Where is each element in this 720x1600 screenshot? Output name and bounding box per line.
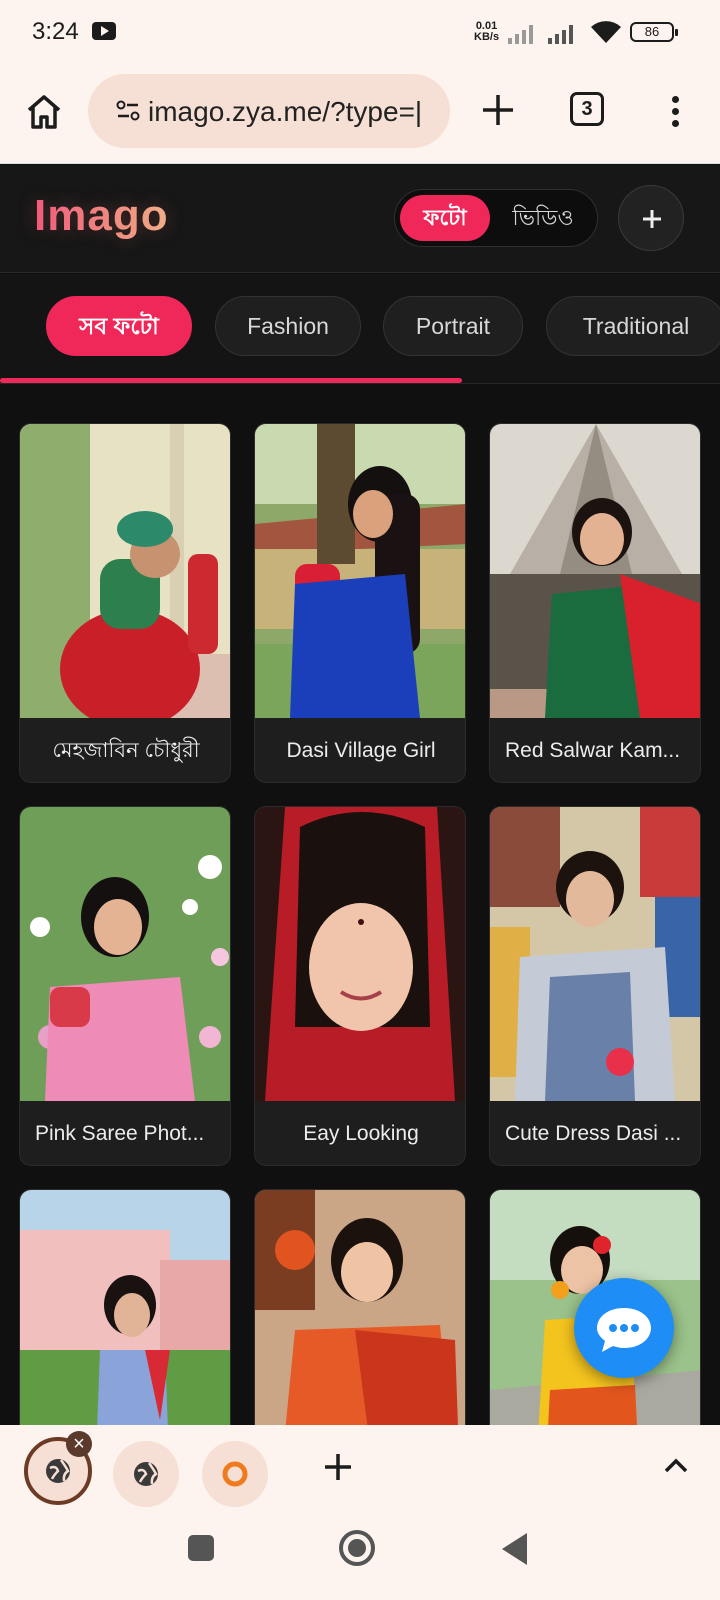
browser-tab-strip: × [0, 1425, 720, 1513]
photo-title: Eay Looking [303, 1122, 419, 1145]
photo-title: Pink Saree Phot... [35, 1122, 205, 1145]
photo-card[interactable]: Cute Dress Dasi ... [489, 806, 701, 1166]
more-icon[interactable] [668, 92, 682, 132]
photo-thumbnail [20, 1190, 230, 1425]
chevron-up-icon[interactable] [662, 1455, 690, 1475]
photo-thumbnail [20, 807, 230, 1101]
photo-thumbnail [255, 424, 465, 718]
chat-button[interactable] [574, 1278, 674, 1378]
site-favicon-icon [222, 1461, 248, 1487]
chip-portrait[interactable]: Portrait [383, 296, 523, 356]
toggle-photo[interactable]: ফটো [400, 195, 490, 241]
app-header: Imago ফটো ভিডিও [0, 165, 720, 273]
address-bar[interactable]: imago.zya.me/?type=| [88, 74, 450, 148]
signal-icon-2 [548, 25, 573, 44]
home-icon[interactable] [24, 92, 64, 132]
network-speed: 0.01 KB/s [474, 20, 500, 43]
photo-title: Dasi Village Girl [286, 739, 436, 762]
browser-toolbar: imago.zya.me/?type=| 3 [0, 66, 720, 164]
url-text[interactable]: imago.zya.me/?type=| [148, 96, 434, 128]
plus-icon[interactable] [318, 1447, 358, 1487]
photo-thumbnail [255, 1190, 465, 1425]
photo-title: মেহজাবিন চৌধুরী [52, 739, 200, 762]
photo-thumbnail [490, 424, 700, 718]
photo-card[interactable]: মেহজাবিন চৌধুরী [19, 423, 231, 783]
tab-group[interactable] [202, 1441, 268, 1507]
home-button[interactable] [339, 1530, 375, 1566]
photo-title: Red Salwar Kam... [505, 739, 681, 762]
status-bar: 3:24 0.01 KB/s 86 [0, 0, 720, 66]
photo-card[interactable]: Eay Looking [254, 806, 466, 1166]
upload-button[interactable] [618, 185, 684, 251]
battery-indicator: 86 [630, 22, 678, 42]
youtube-notification-icon [92, 22, 116, 40]
signal-icon [508, 25, 533, 44]
photo-title: Cute Dress Dasi ... [505, 1122, 682, 1145]
chip-fashion[interactable]: Fashion [215, 296, 361, 356]
system-navigation-bar [0, 1513, 720, 1600]
photo-card[interactable] [254, 1189, 466, 1425]
tab-group[interactable] [113, 1441, 179, 1507]
close-icon[interactable]: × [66, 1431, 92, 1457]
photo-thumbnail [255, 807, 465, 1101]
plus-icon [643, 210, 661, 228]
photo-card[interactable] [19, 1189, 231, 1425]
media-type-toggle: ফটো ভিডিও [394, 189, 598, 247]
photo-grid: মেহজাবিন চৌধুরী Dasi Village Girl Red Sa… [0, 385, 720, 1425]
photo-thumbnail [490, 807, 700, 1101]
tabs-icon[interactable]: 3 [570, 92, 604, 126]
new-tab-plus-icon[interactable] [478, 90, 518, 130]
chip-all-photos[interactable]: সব ফটো [46, 296, 192, 356]
photo-card[interactable]: Red Salwar Kam... [489, 423, 701, 783]
photo-card[interactable]: Dasi Village Girl [254, 423, 466, 783]
photo-card[interactable]: Pink Saree Phot... [19, 806, 231, 1166]
app-logo[interactable]: Imago [34, 191, 169, 241]
back-button[interactable] [502, 1533, 527, 1565]
chips-scroll-indicator [0, 378, 462, 383]
photo-thumbnail [20, 424, 230, 718]
chat-icon [597, 1308, 651, 1352]
wifi-icon [591, 21, 621, 43]
recents-button[interactable] [188, 1535, 214, 1561]
site-settings-icon[interactable] [116, 99, 140, 123]
chip-traditional[interactable]: Traditional [546, 296, 720, 356]
globe-icon [134, 1462, 158, 1486]
category-chips: সব ফটো Fashion Portrait Traditional [0, 274, 720, 384]
toggle-video[interactable]: ভিডিও [493, 195, 593, 241]
status-time: 3:24 [32, 18, 79, 45]
